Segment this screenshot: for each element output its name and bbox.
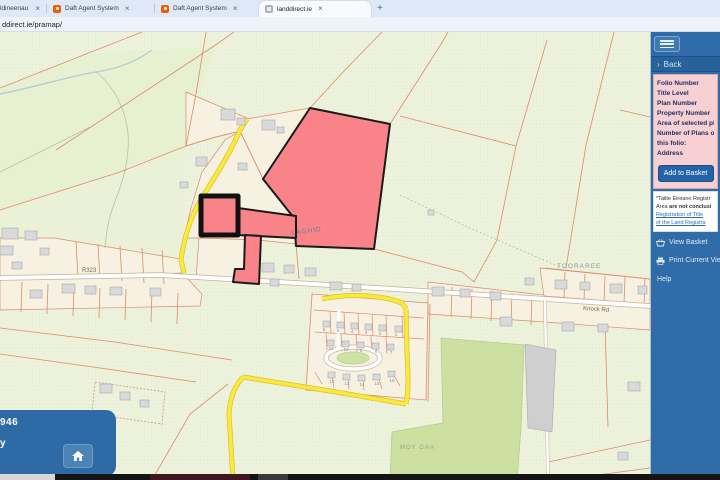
svg-text:12: 12 (329, 379, 335, 384)
back-button[interactable]: › Back (651, 56, 720, 72)
bottom-bar (0, 474, 720, 480)
printer-icon (656, 257, 665, 265)
tab-close-icon[interactable]: × (35, 5, 40, 13)
svg-text:15: 15 (374, 381, 380, 386)
highlighted-parcel-bold-outline[interactable] (201, 196, 238, 235)
daft-favicon-icon (53, 5, 61, 13)
land-registry-link[interactable]: of the Land Registra (656, 219, 715, 227)
tab-label: ldineenau… (0, 5, 29, 12)
map-canvas[interactable]: R323 LAGHID TOORAREE Knock Rd MOY GAA 65… (0, 32, 650, 480)
tab-label: landdirect.ie (277, 6, 312, 13)
view-basket-label: View Basket (669, 239, 707, 246)
field-folio-number: Folio Number (657, 79, 714, 89)
registry-disclaimer: *Tailte Éireann Registr Area are not con… (653, 191, 718, 232)
menu-toggle-button[interactable] (654, 36, 680, 52)
hamburger-icon (660, 40, 674, 42)
tab-2[interactable]: Daft Agent System × (47, 0, 154, 17)
svg-text:10: 10 (343, 347, 349, 352)
folio-info-popup[interactable]: 946 y (0, 410, 116, 476)
basket-icon (656, 239, 665, 247)
tab-label: Daft Agent System (173, 5, 227, 12)
svg-text:13: 13 (344, 381, 350, 386)
field-plan-number: Plan Number (657, 99, 714, 109)
add-to-basket-button[interactable]: Add to Basket (658, 165, 714, 182)
road-label-r323: R323 (82, 268, 97, 274)
svg-text:14: 14 (359, 382, 365, 387)
tab-1[interactable]: ldineenau… × (0, 0, 46, 17)
landdirect-favicon-icon (265, 5, 273, 13)
field-property-number: Property Number (657, 109, 714, 119)
field-address: Address (657, 149, 714, 159)
tab-close-icon[interactable]: × (125, 5, 130, 13)
help-link[interactable]: Help (651, 270, 720, 283)
address-bar[interactable]: ddirect.ie/pramap/ (0, 17, 720, 32)
tab-close-icon[interactable]: × (318, 5, 323, 13)
back-label: Back (664, 60, 682, 69)
svg-text:11: 11 (329, 346, 334, 351)
bottom-bar-gray-left (0, 474, 55, 480)
print-current-view-button[interactable]: Print Current Vie (651, 252, 720, 270)
disclaimer-line1: *Tailte Éireann Registr (656, 195, 715, 203)
bottom-bar-gray-segment (258, 474, 288, 480)
screenshot-root: ldineenau… × Daft Agent System × Daft Ag… (0, 0, 720, 480)
tab-landdirect-active[interactable]: landdirect.ie × (259, 1, 371, 17)
tab-close-icon[interactable]: × (233, 5, 238, 13)
tab-label: Daft Agent System (65, 5, 119, 12)
new-tab-button[interactable]: + (371, 0, 389, 17)
url-text: ddirect.ie/pramap/ (0, 20, 62, 29)
disclaimer-line2: Area are not conclusi (656, 203, 715, 211)
field-this-folio: this folio: (657, 139, 714, 149)
field-title-level: Title Level (657, 89, 714, 99)
svg-text:16: 16 (389, 378, 395, 383)
tab-3[interactable]: Daft Agent System × (155, 0, 259, 17)
popup-line2: y (0, 438, 6, 449)
browser-tab-strip: ldineenau… × Daft Agent System × Daft Ag… (0, 0, 720, 17)
field-area-selected: Area of selected plans (657, 119, 714, 129)
view-basket-button[interactable]: View Basket (651, 234, 720, 252)
area-label-moygaa: MOY GAA (400, 445, 435, 451)
popup-line1: 946 (0, 417, 18, 428)
chevron-right-icon: › (657, 60, 660, 69)
daft-favicon-icon (161, 5, 169, 13)
field-number-of-plans: Number of Plans on (657, 129, 714, 139)
townland-label-tooraree: TOORAREE (557, 263, 601, 270)
home-button[interactable] (63, 444, 93, 468)
print-label: Print Current Vie (669, 257, 720, 264)
bottom-bar-maroon-segment (150, 474, 250, 480)
home-icon (71, 450, 85, 462)
registration-of-title-link[interactable]: Registration of Title (656, 211, 715, 219)
folio-details-panel: Folio Number Title Level Plan Number Pro… (653, 74, 718, 189)
sidebar: › Back Folio Number Title Level Plan Num… (650, 32, 720, 480)
